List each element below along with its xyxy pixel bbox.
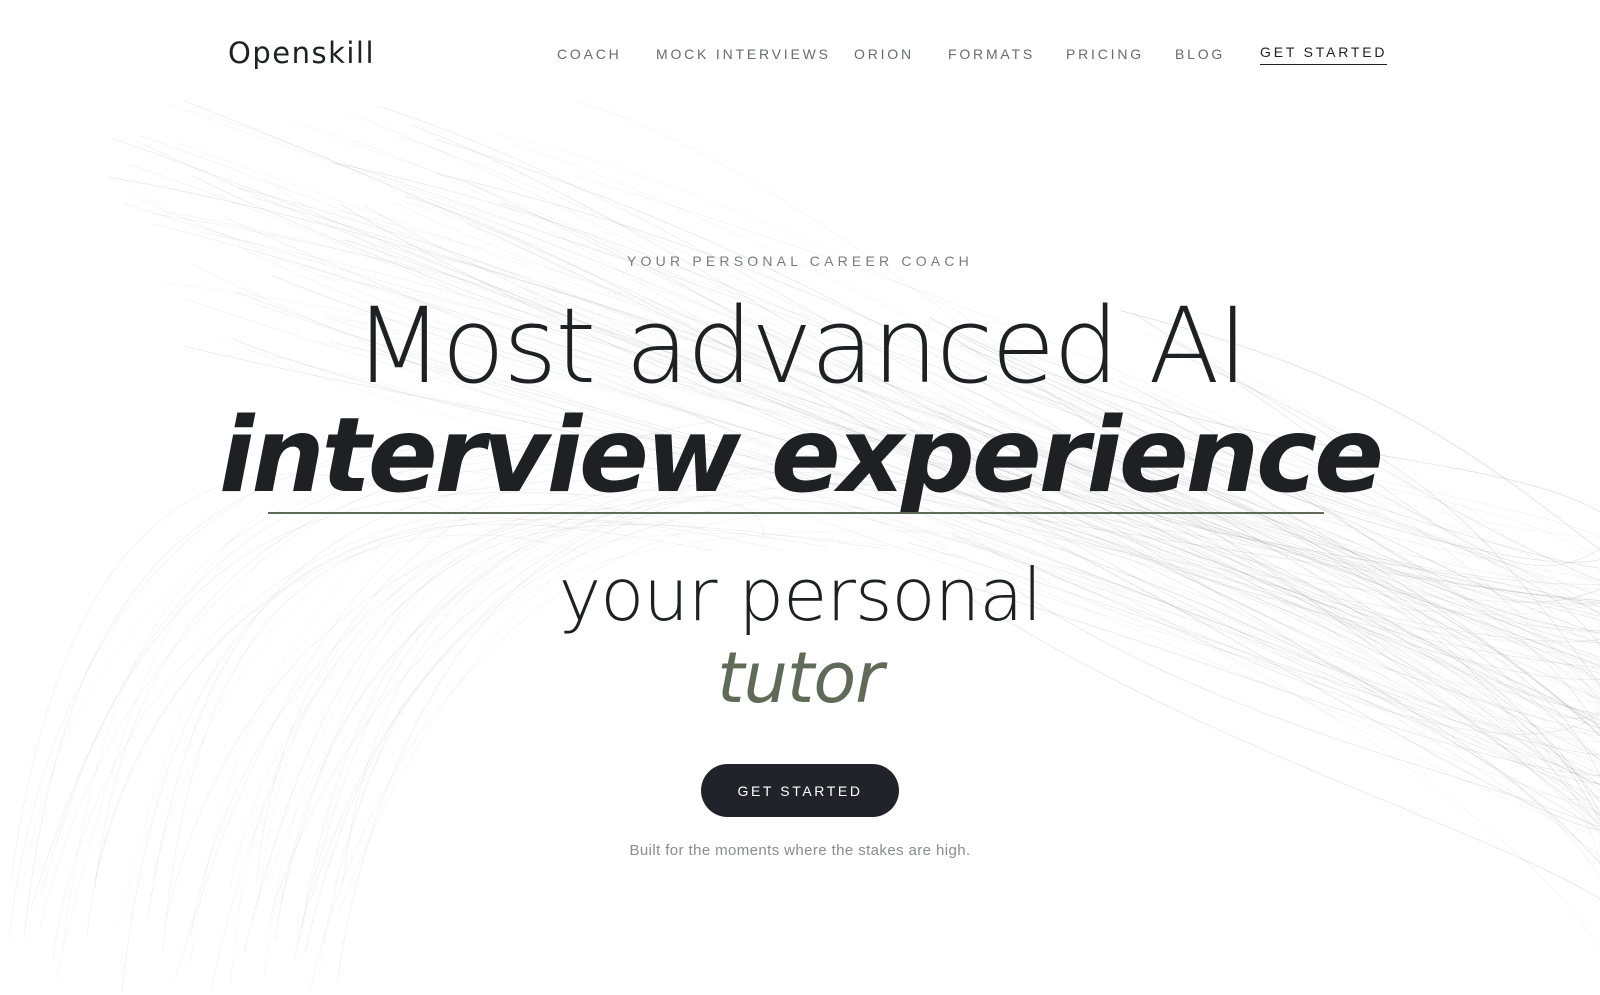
hero-eyebrow: YOUR PERSONAL CAREER COACH bbox=[627, 253, 973, 269]
headline-underline bbox=[268, 512, 1324, 514]
subheadline-line-2: tutor bbox=[717, 637, 884, 719]
get-started-button[interactable]: GET STARTED bbox=[701, 764, 899, 817]
headline-line-2: interview experience bbox=[219, 396, 1384, 516]
hero-section: YOUR PERSONAL CAREER COACH Most advanced… bbox=[0, 0, 1600, 995]
hero-tagline: Built for the moments where the stakes a… bbox=[629, 842, 971, 859]
headline-line-1: Most advanced AI bbox=[353, 285, 1248, 407]
subheadline-line-1: your personal bbox=[558, 553, 1043, 637]
